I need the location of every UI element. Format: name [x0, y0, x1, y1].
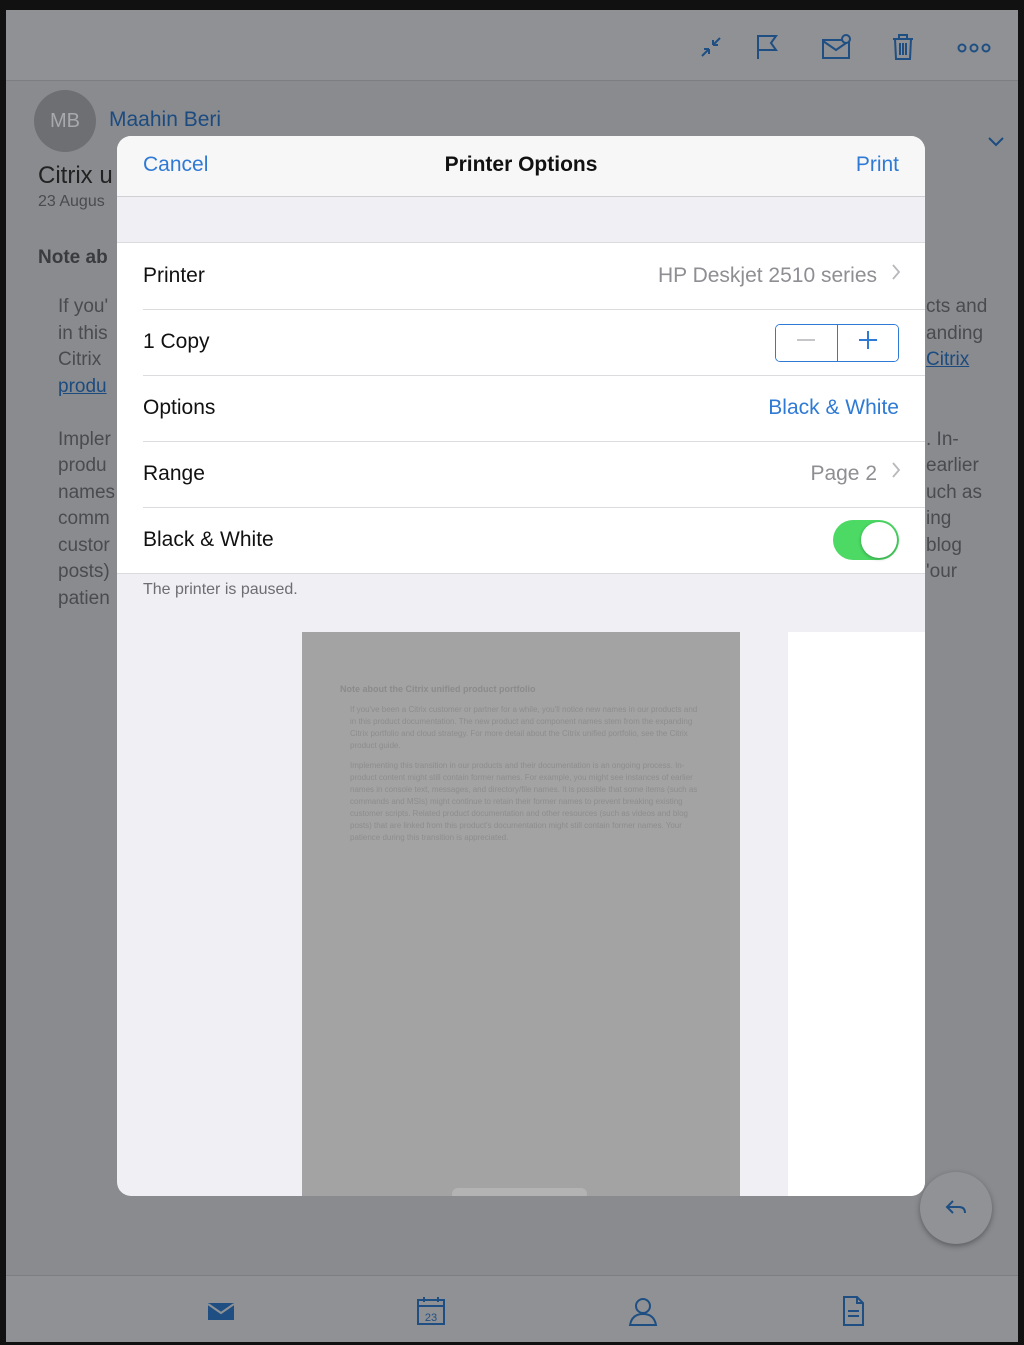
preview-heading: Note about the Citrix unified product po…: [340, 684, 536, 694]
email-toolbar: [6, 10, 1018, 81]
toggle-knob: [861, 522, 897, 558]
email-body-line: 'our: [926, 561, 958, 582]
app-window: MB Maahin Beri Citrix u 23 Augus Note ab…: [6, 10, 1018, 1342]
printer-value: HP Deskjet 2510 series: [657, 264, 877, 287]
printer-row[interactable]: Printer HP Deskjet 2510 series: [117, 243, 925, 309]
calendar-icon[interactable]: 23: [414, 1294, 448, 1328]
email-subject: Citrix u: [38, 162, 113, 189]
email-body-line: ing: [926, 508, 952, 529]
copies-row: 1 Copy: [117, 309, 925, 375]
email-body-line: blog: [926, 534, 962, 556]
calendar-day: 23: [425, 1312, 437, 1324]
email-section-heading: Note ab: [38, 247, 108, 268]
trash-icon[interactable]: [888, 32, 918, 62]
copies-label: 1 Copy: [143, 330, 210, 353]
email-body-line: [926, 400, 1018, 427]
avatar[interactable]: MB: [34, 90, 96, 152]
black-white-label: Black & White: [143, 528, 274, 551]
email-body-right: cts and anding Citrix . In-earlier uch as ing…: [926, 294, 1018, 586]
black-white-row: Black & White: [117, 507, 925, 573]
files-icon[interactable]: [836, 1294, 870, 1328]
email-body-line: [926, 374, 1018, 401]
print-button[interactable]: Print: [856, 153, 899, 177]
email-body-link[interactable]: Citrix: [926, 347, 1018, 374]
collapse-icon[interactable]: [696, 32, 726, 62]
email-body-line: anding: [926, 322, 984, 344]
options-list: Printer HP Deskjet 2510 series 1 Copy Op…: [117, 242, 925, 574]
chevron-right-icon: [891, 263, 901, 287]
reply-button[interactable]: [920, 1172, 992, 1244]
options-row[interactable]: Options Black & White: [117, 375, 925, 441]
printer-label: Printer: [143, 264, 205, 287]
preview-paragraph: Implementing this transition in our prod…: [350, 761, 698, 842]
dialog-title: Printer Options: [444, 153, 598, 176]
email-body-line: earlier: [926, 455, 979, 476]
mail-icon[interactable]: [204, 1294, 238, 1328]
email-body-line: . In-: [926, 428, 959, 450]
printer-options-dialog: Cancel Printer Options Print Printer HP …: [117, 136, 925, 1196]
page-indicator: [452, 1188, 587, 1196]
options-value[interactable]: Black & White: [768, 396, 899, 420]
email-body-line: cts and: [926, 296, 988, 317]
black-white-toggle[interactable]: [833, 520, 899, 560]
email-body-line: uch as: [926, 481, 982, 503]
flag-icon[interactable]: [752, 32, 782, 62]
printer-status-note: The printer is paused.: [143, 581, 298, 598]
increment-button[interactable]: [837, 325, 898, 361]
sender-name[interactable]: Maahin Beri: [109, 108, 221, 132]
print-preview-next-page[interactable]: [788, 632, 925, 1196]
email-date: 23 Augus: [38, 193, 105, 210]
preview-paragraph: If you've been a Citrix customer or part…: [350, 705, 698, 750]
more-icon[interactable]: [954, 32, 994, 62]
range-value: Page 2: [810, 462, 877, 485]
dialog-header: Cancel Printer Options Print: [117, 136, 925, 197]
chevron-down-icon[interactable]: [986, 132, 1006, 155]
print-preview-page[interactable]: Note about the Citrix unified product po…: [302, 632, 740, 1196]
copies-stepper: [775, 324, 899, 362]
contacts-icon[interactable]: [626, 1294, 660, 1328]
mark-mail-icon[interactable]: [820, 32, 851, 62]
options-label: Options: [143, 396, 216, 419]
decrement-button[interactable]: [776, 325, 838, 361]
range-row[interactable]: Range Page 2: [117, 441, 925, 507]
tab-bar: 23: [6, 1275, 1018, 1342]
range-label: Range: [143, 462, 205, 485]
chevron-right-icon: [891, 461, 901, 485]
